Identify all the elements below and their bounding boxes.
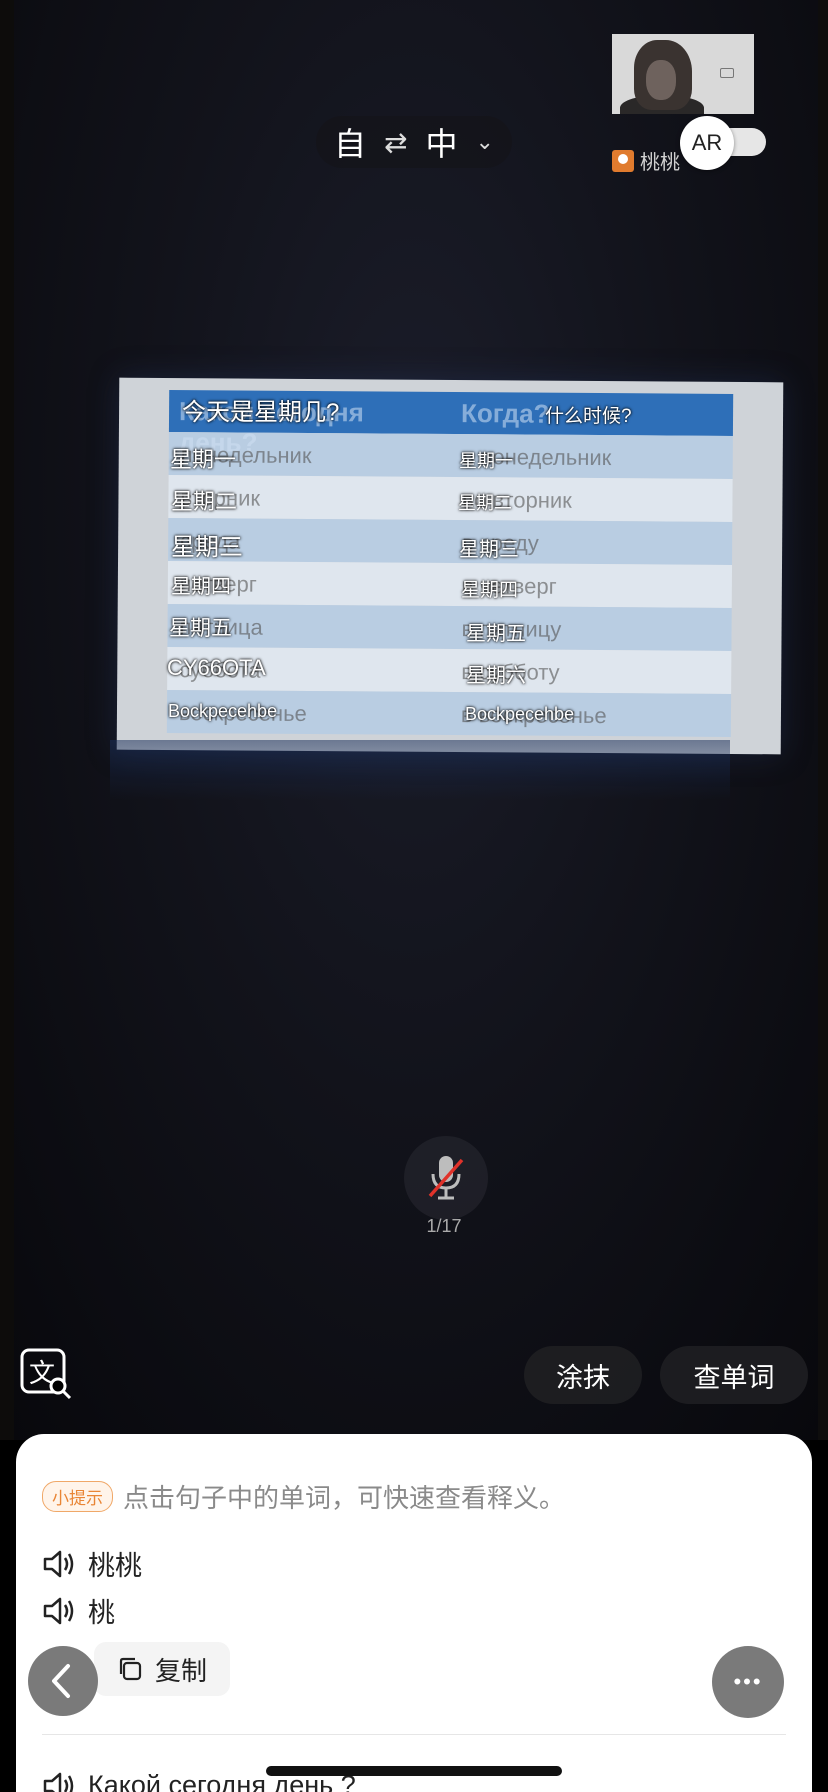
slide-row: четверг в четверг	[167, 561, 733, 608]
hint-row: 小提示 点击句子中的单词，可快速查看释义。	[42, 1478, 565, 1515]
back-button[interactable]	[28, 1646, 98, 1716]
participant-name: 桃桃	[640, 152, 680, 174]
overlay-right-item[interactable]: 星期二	[458, 489, 512, 515]
participant-tag: 桃桃	[612, 146, 680, 175]
overlay-right-item[interactable]: 星期四	[461, 575, 518, 602]
language-switcher[interactable]: 自 ⇄ 中 ⌄	[316, 116, 512, 168]
home-indicator[interactable]	[266, 1766, 562, 1776]
overlay-left-item[interactable]: 星期三	[171, 527, 243, 562]
overlay-right-item[interactable]: 星期六	[466, 659, 526, 688]
translation-text[interactable]: 桃	[88, 1591, 115, 1630]
swap-languages-icon[interactable]: ⇄	[384, 126, 407, 159]
overlay-right-item[interactable]: 星期一	[459, 447, 513, 473]
page-count: 1/17	[426, 1216, 462, 1236]
overlay-left-item[interactable]: Bockpecehbe	[168, 701, 277, 722]
overlay-right-item[interactable]: 星期五	[466, 617, 526, 646]
divider	[42, 1734, 786, 1735]
user-icon	[612, 149, 634, 172]
participant-video-thumbnail[interactable]	[612, 34, 754, 114]
overlay-right-item[interactable]: 星期三	[459, 533, 519, 562]
slide-row: вторник во вторник	[168, 475, 733, 522]
source-language[interactable]: 自	[334, 119, 366, 165]
slide-row: пятница в пятницу	[167, 604, 732, 651]
chevron-down-icon[interactable]: ⌄	[476, 129, 494, 155]
speaker-icon[interactable]	[42, 1771, 76, 1792]
overlay-left-item[interactable]: 星期二	[171, 484, 237, 516]
smear-button[interactable]: 涂抹	[524, 1346, 642, 1404]
ar-toggle-knob[interactable]: AR	[680, 116, 734, 170]
translation-line[interactable]: 桃	[42, 1591, 115, 1630]
overlay-left-item[interactable]: 星期五	[169, 612, 232, 642]
target-language[interactable]: 中	[426, 119, 458, 165]
hint-text: 点击句子中的单词，可快速查看释义。	[123, 1483, 566, 1513]
overlay-header-right[interactable]: 什么时候?	[545, 401, 632, 428]
speaker-icon[interactable]	[42, 1549, 76, 1579]
mic-muted-icon	[428, 1156, 464, 1200]
overlay-left-item[interactable]: CY66OTA	[167, 655, 266, 681]
translate-search-icon[interactable]: 文	[20, 1348, 72, 1400]
projected-slide: Какой сегодня день? Когда? понедельник в …	[116, 377, 784, 755]
lookup-word-button[interactable]: 查单词	[660, 1346, 808, 1404]
camera-icon	[720, 68, 734, 78]
overlay-left-item[interactable]: 星期一	[170, 442, 236, 474]
translation-text[interactable]: 桃桃	[88, 1544, 142, 1583]
more-button[interactable]: •••	[712, 1646, 784, 1718]
slide-table: Какой сегодня день? Когда? понедельник в …	[166, 390, 734, 742]
copy-button[interactable]: 复制	[94, 1642, 230, 1696]
participant-face	[646, 60, 676, 100]
chevron-left-icon	[52, 1664, 70, 1698]
hint-badge: 小提示	[42, 1481, 113, 1512]
screen-glow	[110, 740, 730, 800]
overlay-header-left[interactable]: 今天是星期几?	[182, 392, 339, 427]
copy-icon	[119, 1657, 142, 1681]
slide-row: понедельник в понедельник	[168, 432, 733, 479]
mic-button[interactable]	[404, 1136, 488, 1220]
overlay-right-item[interactable]: Bockpecehbe	[465, 704, 574, 725]
speaker-icon[interactable]	[42, 1596, 76, 1626]
copy-label: 复制	[154, 1655, 207, 1686]
translation-line[interactable]: 桃桃	[42, 1544, 142, 1583]
translation-sheet: 小提示 点击句子中的单词，可快速查看释义。 桃桃 桃 复制 Какой сего…	[16, 1434, 812, 1792]
ar-toggle[interactable]: AR	[680, 116, 770, 170]
overlay-left-item[interactable]: 星期四	[171, 570, 231, 599]
slide-row: среда в среду	[168, 518, 733, 565]
